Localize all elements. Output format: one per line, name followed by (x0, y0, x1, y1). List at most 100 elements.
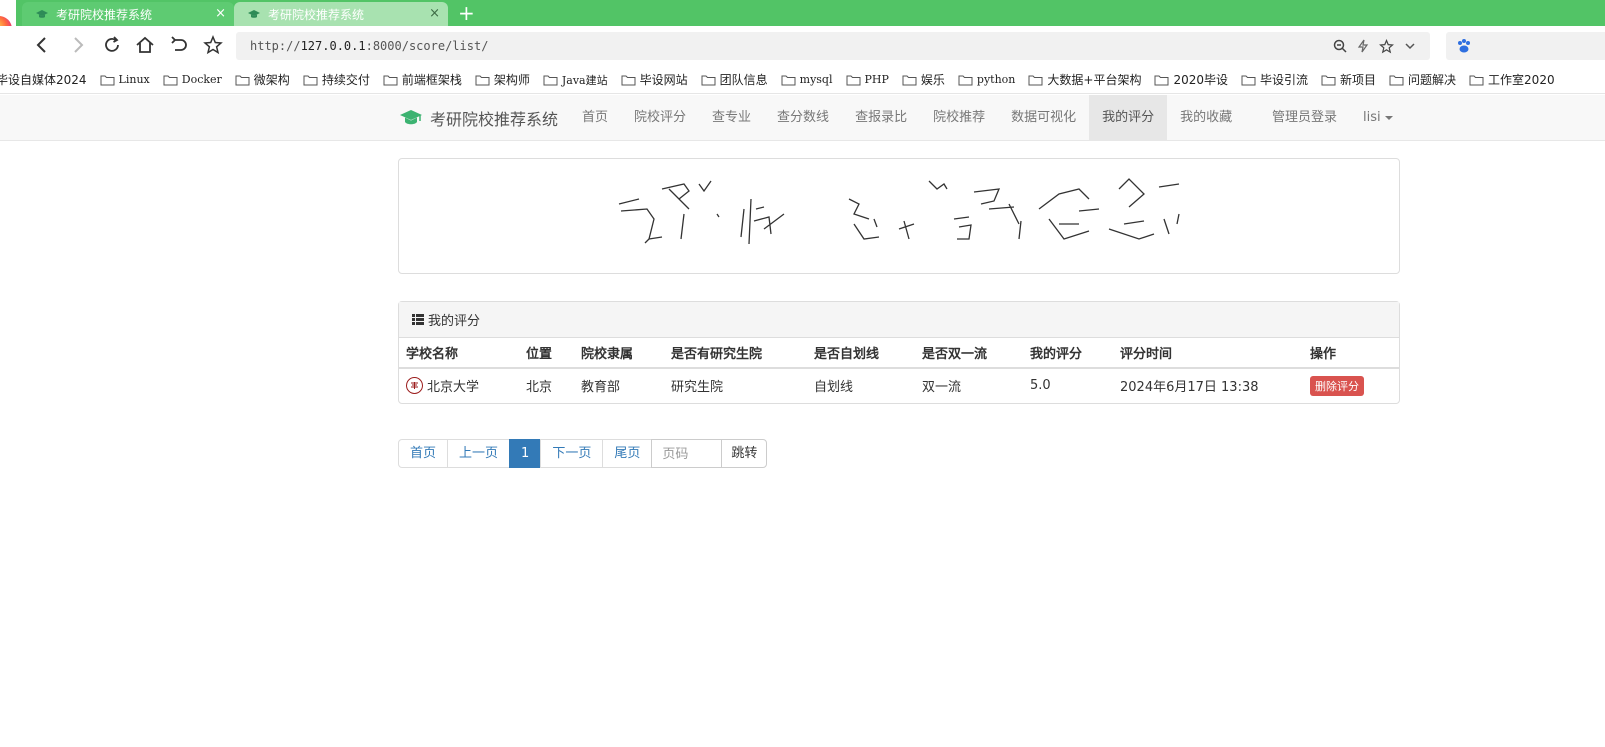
bookmark-item[interactable]: python (958, 73, 1015, 86)
nav-majors[interactable]: 查专业 (699, 95, 764, 141)
cell-double-first: 双一流 (922, 379, 962, 395)
scribble-banner-image (618, 178, 1180, 245)
bookmark-item[interactable]: 毕设引流 (1241, 71, 1308, 88)
chevron-down-icon[interactable] (1404, 40, 1416, 52)
nav-home[interactable]: 首页 (569, 95, 621, 141)
nav-right: 管理员登录 lisi (1259, 95, 1406, 141)
lightning-icon[interactable] (1357, 39, 1369, 53)
bookmark-item[interactable]: 毕设网站 (621, 71, 688, 88)
bookmark-item[interactable]: 工作室2020 (1469, 71, 1555, 88)
go-page-button[interactable]: 跳转 (721, 439, 768, 468)
last-page-button[interactable]: 尾页 (602, 439, 653, 468)
forward-button[interactable] (67, 34, 89, 56)
pagination: 首页 上一页 1 下一页 尾页 跳转 (398, 439, 768, 468)
cell-location: 北京 (526, 379, 553, 395)
zoom-icon[interactable] (1333, 39, 1347, 53)
prev-page-button[interactable]: 上一页 (447, 439, 511, 468)
folder-icon (846, 75, 860, 85)
cell-action: 删除评分 (1303, 368, 1399, 401)
close-tab-icon[interactable]: × (215, 6, 226, 21)
user-dropdown[interactable]: lisi (1350, 95, 1406, 141)
school-name-link[interactable]: 北京大学 (427, 376, 479, 395)
current-page-button[interactable]: 1 (509, 439, 542, 468)
table-row: 北京大学 北京 教育部 研究生院 自划线 双一流 5.0 2024年6月17日 … (399, 368, 1399, 401)
bookmark-item[interactable]: Java建站 (543, 72, 608, 88)
col-double-first: 是否双一流 (915, 338, 1023, 369)
folder-icon (1241, 75, 1256, 85)
bookmark-item[interactable]: 团队信息 (701, 71, 768, 88)
col-location: 位置 (519, 338, 574, 369)
page-number-input[interactable] (651, 439, 723, 468)
bookmark-item[interactable]: 娱乐 (902, 71, 945, 88)
bookmark-star-button[interactable] (202, 34, 224, 56)
brand-link[interactable]: 考研院校推荐系统 (400, 95, 558, 141)
cell-grad-school: 研究生院 (671, 379, 724, 395)
bookmark-item[interactable]: PHP (846, 73, 889, 86)
close-tab-icon[interactable]: × (429, 6, 440, 21)
search-engine-box[interactable] (1446, 32, 1605, 60)
next-page-button[interactable]: 下一页 (540, 439, 604, 468)
folder-icon (543, 75, 558, 85)
reload-button[interactable] (101, 34, 123, 56)
panel-title: 我的评分 (428, 314, 481, 329)
bookmark-item[interactable]: 大数据+平台架构 (1028, 71, 1141, 88)
nav-school-rating[interactable]: 院校评分 (621, 95, 699, 141)
folder-icon (701, 75, 716, 85)
first-page-button[interactable]: 首页 (398, 439, 449, 468)
cell-affiliation: 教育部 (581, 379, 621, 395)
delete-rating-button[interactable]: 删除评分 (1310, 376, 1364, 396)
chevron-left-icon (36, 37, 46, 53)
brand-title: 考研院校推荐系统 (430, 110, 559, 129)
tab-title: 考研院校推荐系统 (268, 7, 365, 22)
chevron-right-icon (74, 37, 84, 53)
url-actions (1333, 32, 1416, 60)
col-action: 操作 (1303, 338, 1399, 369)
bookmark-item[interactable]: 前端框架栈 (383, 71, 462, 88)
bookmark-item[interactable]: Docker (163, 73, 222, 86)
bookmark-item[interactable]: 持续交付 (303, 71, 370, 88)
col-rating-time: 评分时间 (1113, 338, 1303, 369)
nav-admission-ratio[interactable]: 查报录比 (842, 95, 920, 141)
tab-title: 考研院校推荐系统 (56, 7, 153, 22)
nav-score-lines[interactable]: 查分数线 (764, 95, 842, 141)
folder-icon (1028, 75, 1043, 85)
nav-my-favorites[interactable]: 我的收藏 (1167, 95, 1245, 141)
ratings-table: 学校名称 位置 院校隶属 是否有研究生院 是否自划线 是否双一流 我的评分 评分… (399, 338, 1399, 401)
bookmark-item[interactable]: Linux (100, 73, 150, 86)
undo-button[interactable] (168, 34, 190, 56)
bookmark-item[interactable]: 新项目 (1321, 71, 1376, 88)
site-navbar: 考研院校推荐系统 首页 院校评分 查专业 查分数线 查报录比 院校推荐 数据可视… (0, 95, 1605, 141)
url-path: :8000/score/list/ (365, 39, 489, 53)
favorite-star-icon[interactable] (1379, 38, 1394, 54)
url-scheme: http:// (250, 39, 301, 53)
caret-down-icon (1384, 115, 1393, 120)
bookmark-item[interactable]: 微架构 (235, 71, 290, 88)
folder-icon (100, 75, 115, 85)
folder-icon (902, 75, 917, 85)
graduation-cap-icon (248, 8, 260, 20)
bookmark-item[interactable]: mysql (781, 73, 833, 86)
browser-tab-2[interactable]: 考研院校推荐系统 × (234, 2, 448, 26)
url-input[interactable]: http://127.0.0.1:8000/score/list/ (236, 32, 1430, 60)
bookmarks-bar: 毕设自媒体2024 Linux Docker 微架构 持续交付 前端框架栈 架构… (0, 66, 1605, 94)
nav-visualization[interactable]: 数据可视化 (998, 95, 1089, 141)
folder-icon (781, 75, 796, 85)
bookmark-item[interactable]: 架构师 (475, 71, 530, 88)
bookmark-item[interactable]: 2020毕设 (1154, 71, 1228, 88)
new-tab-button[interactable]: + (458, 2, 475, 24)
cell-self-line: 自划线 (814, 379, 854, 395)
bookmark-item[interactable]: 问题解决 (1389, 71, 1456, 88)
cell-score: 5.0 (1030, 377, 1051, 393)
browser-tab-1[interactable]: 考研院校推荐系统 × (22, 2, 234, 26)
admin-login-link[interactable]: 管理员登录 (1259, 95, 1350, 141)
col-my-score: 我的评分 (1023, 338, 1113, 369)
home-button[interactable] (134, 34, 156, 56)
undo-icon (171, 36, 187, 51)
bookmark-item[interactable]: 毕设自媒体2024 (0, 71, 87, 88)
nav-recommend[interactable]: 院校推荐 (920, 95, 998, 141)
graduation-cap-icon (36, 8, 48, 20)
back-button[interactable] (31, 34, 53, 56)
folder-icon (303, 75, 318, 85)
nav-my-ratings[interactable]: 我的评分 (1089, 95, 1168, 141)
folder-icon (475, 75, 490, 85)
